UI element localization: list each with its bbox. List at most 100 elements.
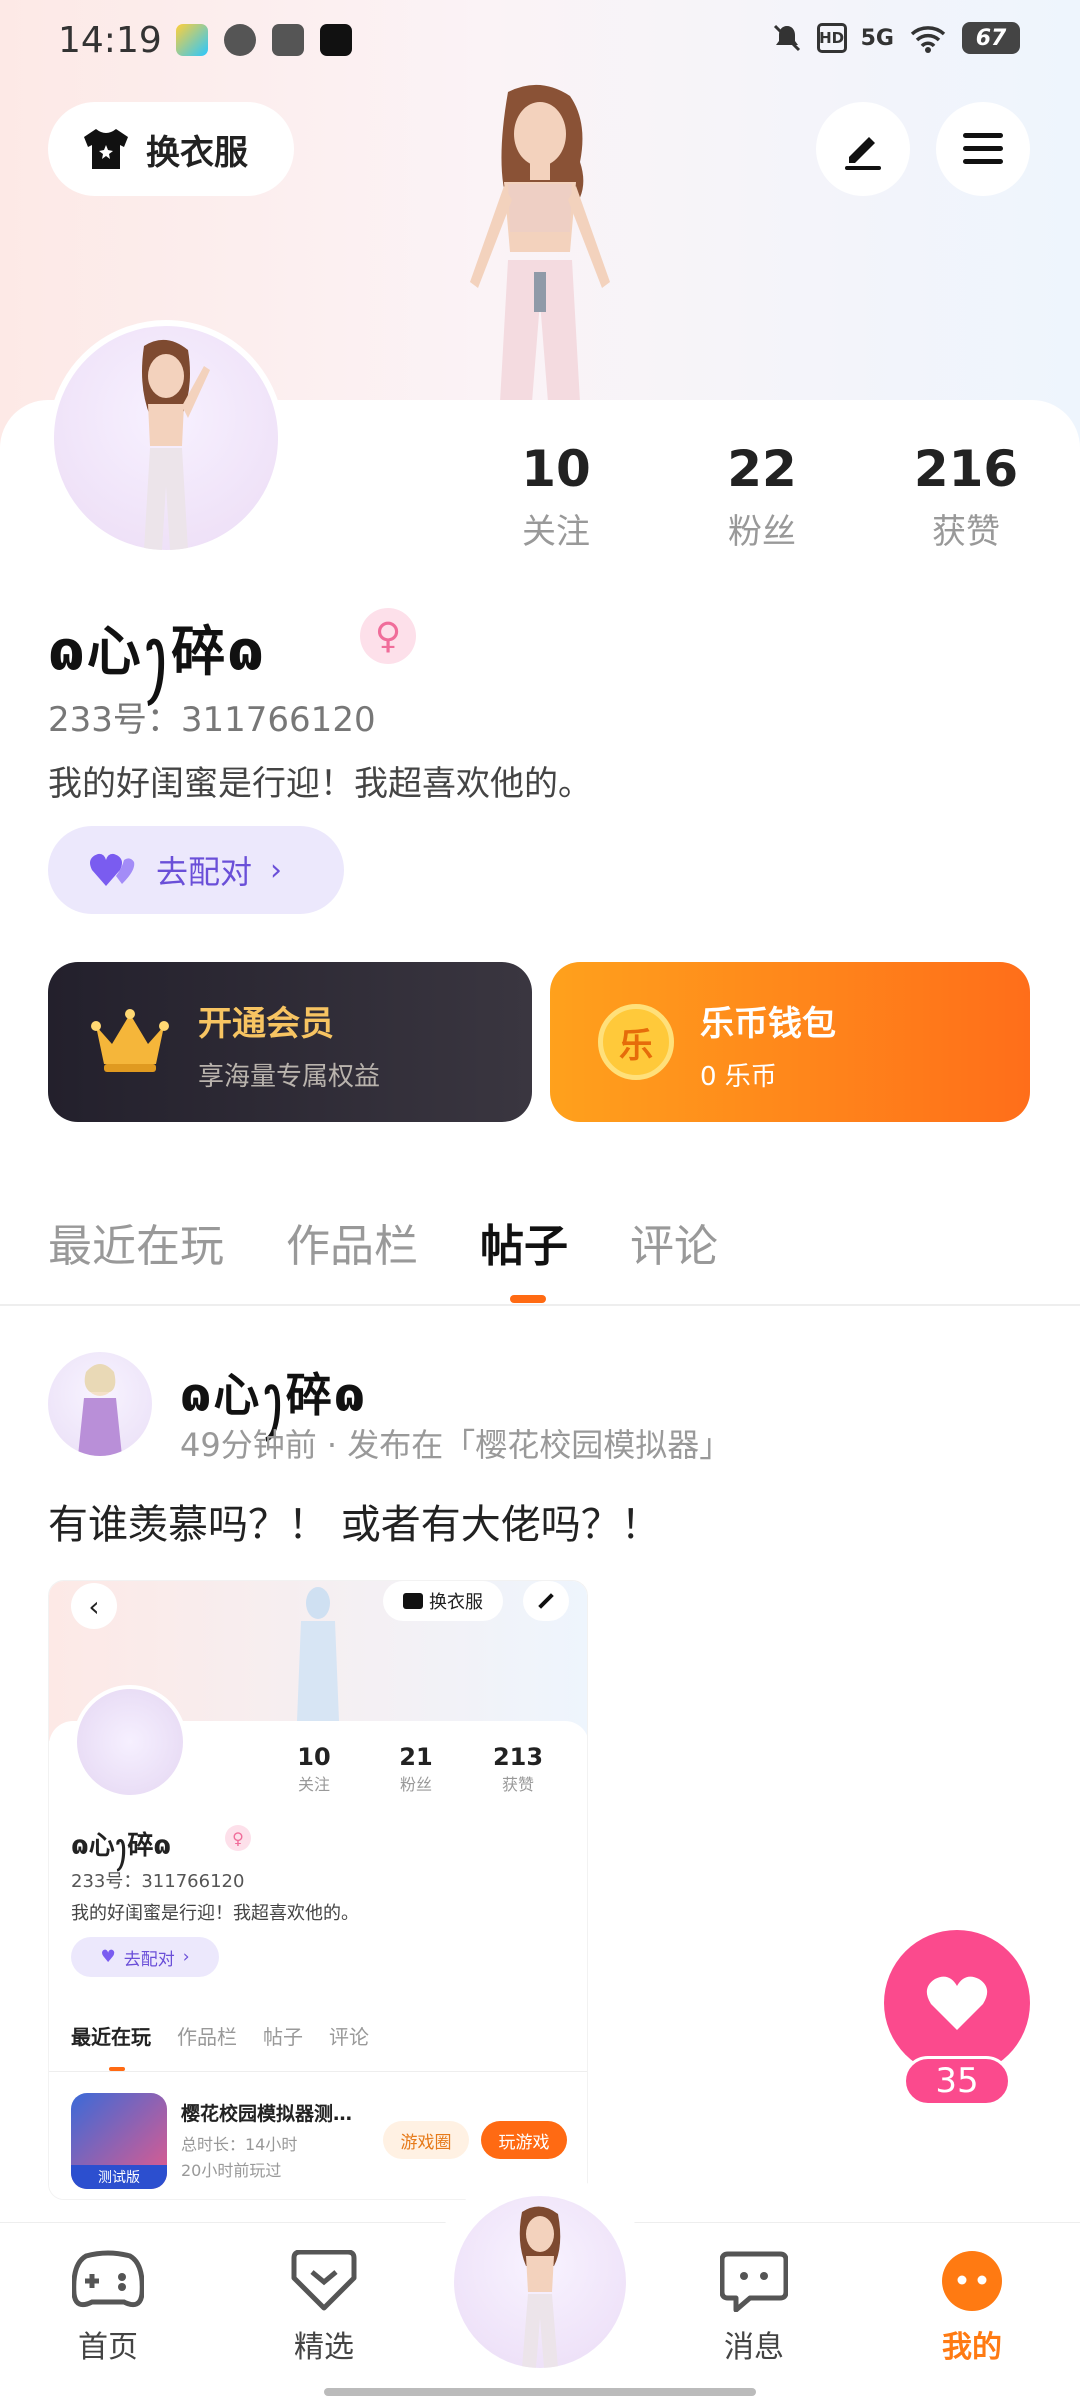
stat-value: 10: [521, 440, 591, 498]
status-bar: 14:19 HD 5G 67: [0, 0, 1080, 84]
vip-card[interactable]: 开通会员 享海量专属权益: [48, 962, 532, 1122]
stat-value: 21: [399, 1743, 433, 1771]
nav-label: 消息: [724, 2330, 784, 2365]
edit-profile-button[interactable]: [816, 102, 910, 196]
wallet-title: 乐币钱包: [700, 1004, 836, 1044]
play-game-button: 玩游戏: [481, 2121, 567, 2159]
thumb-bio: 我的好闺蜜是行迎！我超喜欢他的。: [71, 1903, 359, 1924]
me-face-icon: [942, 2251, 1002, 2311]
message-bubble-icon: [720, 2251, 788, 2312]
vip-subtitle: 享海量专属权益: [198, 1062, 381, 1092]
wifi-icon: [910, 26, 946, 53]
home-indicator[interactable]: [324, 2388, 756, 2396]
thumb-stat-followers: 21 粉丝: [371, 1743, 461, 1795]
post-text: 有谁羡慕吗？！ 或者有大佬吗？！: [48, 1502, 661, 1548]
female-gender-icon: ♀: [225, 1825, 251, 1851]
user-bio: 我的好闺蜜是行迎！我超喜欢他的。: [48, 764, 592, 804]
pen-icon: [845, 137, 881, 170]
center-avatar-image: [519, 2206, 561, 2368]
avatar-character-figure[interactable]: [420, 82, 660, 402]
battery-indicator: 67: [962, 22, 1020, 54]
like-count: 35: [903, 2056, 1011, 2106]
nav-featured[interactable]: 精选: [254, 2250, 394, 2366]
post-meta: 49分钟前 · 发布在「樱花校园模拟器」: [180, 1426, 732, 1464]
hd-icon: HD: [816, 23, 847, 53]
active-tab-indicator: [510, 1295, 546, 1303]
stat-label: 获赞: [932, 512, 1000, 552]
ghost-figure-image: [297, 1587, 339, 1721]
tab-posts[interactable]: 帖子: [480, 1210, 568, 1274]
stat-label: 获赞: [501, 1775, 534, 1794]
thumb-tab: 帖子: [263, 2025, 303, 2049]
post-image[interactable]: ‹ 换衣服 10 关注 21 粉丝 213 获赞 ɷ心ꫂ碎ɷ ♀ 233号：31…: [48, 1580, 588, 2200]
mute-bell-icon: [773, 24, 800, 52]
crown-icon: [91, 1009, 169, 1072]
nav-avatar-button[interactable]: [454, 2196, 626, 2368]
match-button[interactable]: 去配对 ›: [48, 826, 344, 914]
status-right: HD 5G 67: [771, 22, 1020, 54]
tab-comments[interactable]: 评论: [630, 1210, 718, 1274]
mail-app-icon: [272, 24, 304, 56]
thumb-tab: 最近在玩: [71, 2025, 151, 2049]
wallet-balance: 0 乐币: [700, 1062, 777, 1092]
change-outfit-button[interactable]: 换衣服: [48, 102, 294, 196]
vip-title: 开通会员: [198, 1004, 334, 1044]
thumb-user-id: 233号：311766120: [71, 1871, 245, 1892]
post-author-avatar[interactable]: [48, 1352, 152, 1456]
tab-recently-played[interactable]: 最近在玩: [48, 1210, 224, 1274]
heart-icon: ♥: [100, 1947, 116, 1967]
user-id: 233号：311766120: [48, 700, 376, 740]
like-button[interactable]: [884, 1930, 1030, 2076]
notification-icons: [176, 24, 352, 56]
nav-label: 我的: [942, 2330, 1002, 2365]
stat-likes[interactable]: 216 获赞: [886, 440, 1046, 553]
stat-followers[interactable]: 22 粉丝: [682, 440, 842, 553]
stat-following[interactable]: 10 关注: [476, 440, 636, 553]
game-circle-button: 游戏圈: [383, 2121, 469, 2159]
match-label: 去配对: [156, 853, 253, 891]
stat-value: 216: [913, 440, 1019, 498]
nav-me[interactable]: 我的: [902, 2250, 1042, 2366]
thumb-match-button: ♥ 去配对 ›: [71, 1937, 219, 1977]
nav-messages[interactable]: 消息: [684, 2250, 824, 2366]
game-duration: 总时长：14小时: [181, 2135, 298, 2154]
thumb-tabs: 最近在玩 作品栏 帖子 评论: [71, 2021, 369, 2050]
thumb-match-label: 去配对: [123, 1949, 175, 1970]
pen-icon: [523, 1581, 569, 1621]
tiktok-icon: [320, 24, 352, 56]
game-icon: 测试版: [71, 2093, 167, 2189]
change-outfit-label: 换衣服: [146, 132, 248, 173]
stat-value: 22: [727, 440, 797, 498]
profile-avatar[interactable]: [48, 320, 284, 556]
gamepad-icon: [72, 2250, 144, 2308]
tabs-divider: [0, 1304, 1080, 1306]
tab-works[interactable]: 作品栏: [286, 1210, 418, 1274]
menu-button[interactable]: [936, 102, 1030, 196]
coin-icon: 乐: [598, 1004, 674, 1080]
author-avatar-image: [78, 1364, 122, 1456]
back-arrow-icon: ‹: [71, 1583, 117, 1629]
avatar-image: [142, 339, 210, 550]
thumb-avatar: [73, 1685, 187, 1799]
nav-label: 精选: [294, 2330, 354, 2365]
thumb-tab: 评论: [329, 2025, 369, 2049]
game-badge: 测试版: [71, 2165, 167, 2189]
nav-home[interactable]: 首页: [38, 2250, 178, 2366]
chevron-right-icon: ›: [270, 852, 283, 888]
featured-heart-icon: [291, 2250, 357, 2311]
stat-value: 213: [492, 1743, 544, 1771]
thumb-stat-likes: 213 获赞: [473, 1743, 563, 1795]
status-time: 14:19: [58, 20, 162, 61]
heart-icon: [926, 1976, 988, 2030]
thumb-divider: [49, 2071, 587, 2072]
thumb-outfit-label: 换衣服: [429, 1592, 483, 1613]
shirt-icon: [403, 1593, 423, 1609]
thumb-tab: 作品栏: [177, 2025, 237, 2049]
hamburger-menu-icon: [963, 133, 1003, 164]
app-notification-icon: [176, 24, 208, 56]
stat-value: 10: [297, 1743, 331, 1771]
wallet-card[interactable]: 乐 乐币钱包 0 乐币: [550, 962, 1030, 1122]
thumb-stat-following: 10 关注: [269, 1743, 359, 1795]
wechat-icon: [224, 24, 256, 56]
stat-label: 粉丝: [728, 512, 796, 552]
